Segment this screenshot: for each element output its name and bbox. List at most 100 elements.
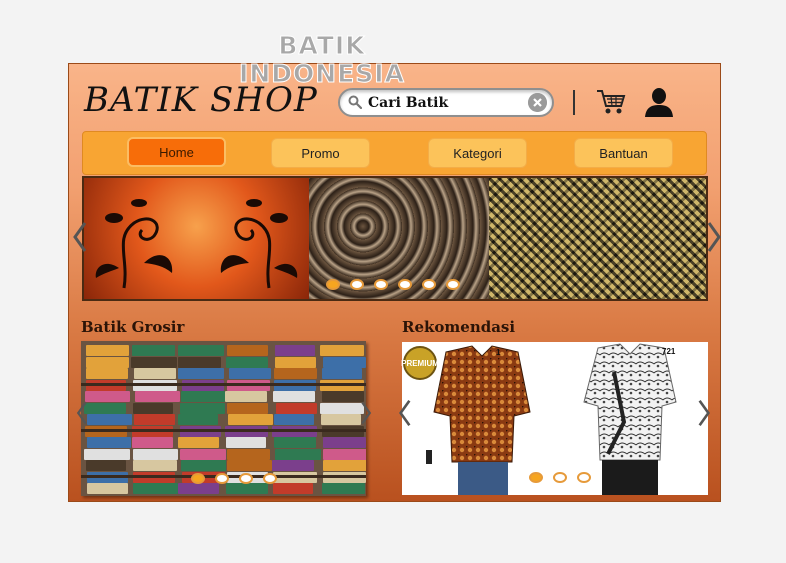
pager-dot[interactable]	[422, 279, 436, 290]
fabric-stack	[273, 414, 315, 425]
tab-home[interactable]: Home	[127, 137, 226, 167]
fabric-stack	[226, 345, 269, 356]
banner-image-weave	[489, 178, 706, 299]
fabric-stack	[226, 460, 273, 471]
pager-dot[interactable]	[553, 472, 567, 483]
fabric-stack	[225, 356, 269, 368]
pager-dot[interactable]	[326, 279, 340, 290]
chevron-left-icon[interactable]	[72, 221, 88, 253]
tab-promo[interactable]: Promo	[271, 138, 370, 168]
pager-dot[interactable]	[191, 473, 205, 484]
chevron-left-icon[interactable]	[76, 400, 88, 426]
premium-badge: PREMIUM	[401, 346, 439, 380]
fabric-stack	[273, 437, 316, 448]
fabric-stack	[133, 460, 178, 471]
pager-dot[interactable]	[577, 472, 591, 483]
rekomendasi-pager	[529, 472, 591, 483]
chevron-left-icon[interactable]	[398, 398, 412, 428]
pager-dot[interactable]	[398, 279, 412, 290]
grosir-title: Batik Grosir	[81, 318, 185, 336]
fabric-stack	[131, 345, 175, 356]
pager-dot[interactable]	[374, 279, 388, 290]
fabric-stack	[178, 414, 219, 425]
fabric-stack	[275, 402, 318, 414]
fabric-stack	[226, 402, 268, 414]
clear-icon[interactable]	[528, 93, 547, 112]
fabric-stack	[322, 356, 366, 368]
fabric-stack	[131, 356, 177, 368]
fabric-stack	[321, 391, 364, 402]
fabric-stack	[134, 391, 181, 402]
fabric-stack	[322, 448, 366, 460]
fabric-stack	[274, 368, 317, 379]
fabric-stack	[228, 368, 272, 379]
tab-kategori[interactable]: Kategori	[428, 138, 527, 168]
rekomendasi-title: Rekomendasi	[402, 318, 516, 336]
search-box[interactable]	[338, 88, 554, 117]
tab-kategori-label: Kategori	[453, 145, 502, 161]
pager-dot[interactable]	[529, 472, 543, 483]
fabric-stack	[86, 356, 130, 368]
fabric-stack	[181, 460, 226, 471]
banner-image-floral	[84, 178, 309, 299]
fabric-stack	[179, 448, 226, 460]
pager-dot[interactable]	[239, 473, 253, 484]
fabric-stack	[273, 483, 314, 494]
fabric-stack	[86, 414, 132, 425]
chevron-right-icon[interactable]	[706, 221, 722, 253]
fabric-stack	[132, 402, 174, 414]
pager-dot[interactable]	[446, 279, 460, 290]
fabric-stack	[178, 483, 220, 494]
fabric-stack	[178, 437, 219, 448]
fabric-stack	[226, 437, 267, 448]
fabric-stack	[226, 448, 270, 460]
fabric-stack	[322, 437, 366, 448]
pager-dot[interactable]	[215, 473, 229, 484]
fabric-stack	[321, 483, 365, 494]
fabric-stack	[132, 483, 179, 494]
fabric-stack	[180, 391, 225, 402]
banner-title-line2: INDONESIA	[239, 59, 405, 88]
shelf	[81, 429, 366, 432]
fabric-stack	[84, 448, 130, 460]
tab-promo-label: Promo	[301, 145, 340, 161]
fabric-stack	[85, 391, 130, 402]
pager-dot[interactable]	[350, 279, 364, 290]
fabric-stack	[225, 391, 268, 402]
banner-pager	[326, 279, 460, 290]
tab-home-label: Home	[159, 144, 194, 160]
grosir-pager	[191, 473, 277, 484]
fabric-stack	[132, 437, 173, 448]
fabric-stack	[275, 448, 321, 460]
fabric-stack	[134, 414, 176, 425]
main-nav: Home Promo Kategori Bantuan	[82, 131, 707, 175]
fabric-stack	[274, 356, 317, 368]
fabric-stack	[179, 402, 226, 414]
fabric-stack	[228, 414, 274, 425]
fabric-stack	[178, 345, 224, 356]
product-number: 1	[496, 348, 501, 357]
tab-bantuan[interactable]: Bantuan	[574, 138, 673, 168]
search-input[interactable]	[368, 93, 524, 112]
fabric-stack	[85, 345, 130, 356]
pager-dot[interactable]	[263, 473, 277, 484]
user-icon[interactable]	[643, 86, 675, 118]
fabric-stack	[274, 345, 316, 356]
fabric-stack	[86, 437, 131, 448]
fabric-stack	[178, 368, 224, 379]
fabric-stack	[87, 483, 129, 494]
fabric-stack	[226, 483, 269, 494]
fabric-stack	[319, 345, 364, 356]
fabric-stack	[319, 402, 364, 414]
product-number: 721	[662, 347, 676, 356]
fabric-stack	[132, 448, 179, 460]
chevron-right-icon[interactable]	[697, 398, 711, 428]
fabric-stack	[320, 414, 362, 425]
fabric-stack	[321, 368, 363, 379]
fabric-stack	[84, 402, 127, 414]
fabric-stack	[178, 356, 222, 368]
chevron-right-icon[interactable]	[360, 400, 372, 426]
cart-icon[interactable]	[596, 88, 626, 116]
fabric-stack	[322, 460, 366, 471]
search-icon	[348, 95, 362, 109]
